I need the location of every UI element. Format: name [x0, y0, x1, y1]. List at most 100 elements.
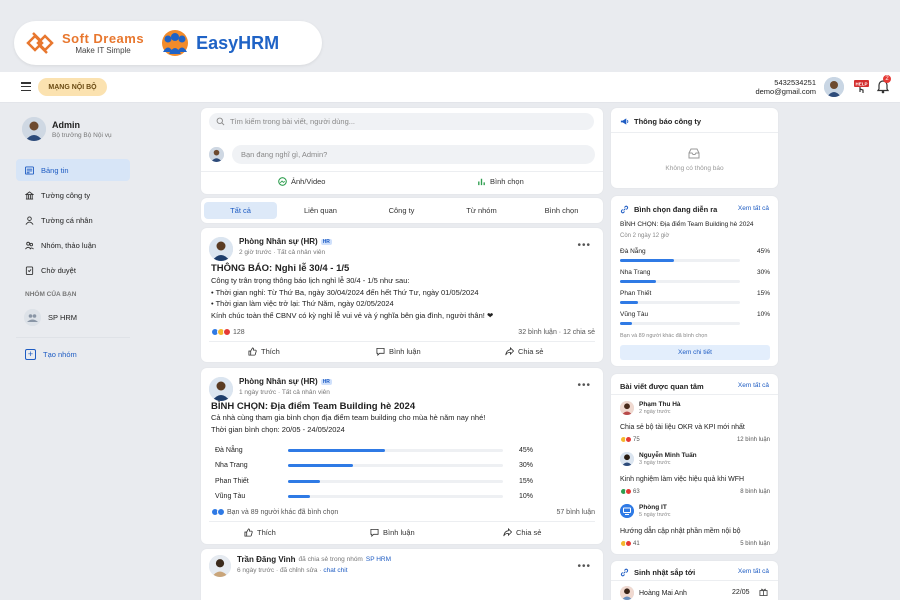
popular-post-stats: 41 5 bình luận	[620, 540, 770, 547]
popular-post-title[interactable]: Hướng dẫn cập nhật phần mềm nội bộ	[620, 528, 770, 535]
internal-network-button[interactable]: MẠNG NỘI BỘ	[38, 78, 107, 96]
reaction-count: 41	[633, 540, 640, 547]
comment-count[interactable]: 57 bình luận	[556, 509, 595, 516]
post-author[interactable]: Phòng Nhân sự (HR)	[239, 237, 318, 246]
tab-from-group[interactable]: Từ nhóm	[445, 202, 518, 219]
poll-option-percent: 30%	[518, 462, 533, 469]
poll-voters: Bạn và 89 người khác đã bình chọn	[620, 333, 708, 339]
popular-post-title[interactable]: Kinh nghiệm làm việc hiệu quả khi WFH	[620, 476, 770, 483]
panel-title: Thông báo công ty	[620, 117, 701, 126]
post-time: 1 ngày trước	[239, 389, 277, 396]
post-holiday: Phòng Nhân sự (HR) HR 2 giờ trước · Tất c…	[201, 228, 603, 362]
poll-label: Bình chọn	[490, 177, 524, 186]
user-avatar[interactable]	[824, 77, 844, 97]
user-info: 5432534251 demo@gmail.com	[755, 78, 816, 96]
sidebar-item-label: Chờ duyệt	[41, 265, 76, 275]
view-all-link[interactable]: Xem tất cả	[738, 382, 769, 389]
poll-option-label: Nha Trang	[215, 462, 248, 469]
poll-option[interactable]: Đà Nẵng 45%	[620, 248, 770, 262]
sidebar-user-role: Bộ trưởng Bộ Nội vụ	[52, 131, 112, 139]
panel-title-text: Thông báo công ty	[634, 117, 702, 126]
sidebar-item-groups[interactable]: Nhóm, thảo luận	[16, 234, 130, 256]
more-options-icon[interactable]: •••	[577, 380, 591, 391]
view-all-link[interactable]: Xem tất cả	[738, 568, 769, 575]
poll-bar-fill	[620, 259, 674, 262]
poll-option-percent: 30%	[756, 269, 770, 276]
popular-post-author[interactable]: Nguyễn Minh Tuấn 3 ngày trước	[620, 452, 697, 466]
like-button[interactable]: Thích	[248, 347, 280, 356]
menu-icon[interactable]	[21, 82, 31, 91]
poll-option-label: Vũng Tàu	[215, 493, 246, 500]
avatar[interactable]	[209, 377, 233, 401]
poll-option-percent: 15%	[518, 477, 533, 485]
poll-bar-fill	[288, 495, 310, 498]
share-button[interactable]: Chia sẻ	[503, 528, 541, 537]
birthdays-panel: Sinh nhật sắp tới Xem tất cả Hoàng Mai A…	[611, 561, 778, 600]
avatar[interactable]	[209, 555, 231, 577]
person-icon	[25, 215, 34, 225]
share-button[interactable]: Chia sẻ	[505, 347, 543, 356]
comment-count[interactable]: 32 bình luận	[518, 329, 557, 336]
comment-button[interactable]: Bình luận	[370, 528, 415, 537]
poll-question[interactable]: BÌNH CHỌN: Địa điểm Team Building hè 202…	[620, 221, 754, 228]
post-author[interactable]: Phòng Nhân sự (HR)	[239, 377, 318, 386]
like-button[interactable]: Thích	[244, 528, 276, 537]
tab-all[interactable]: Tất cả	[204, 202, 277, 219]
popular-post-title[interactable]: Chia sẻ bộ tài liệu OKR và KPI mới nhất	[620, 424, 770, 431]
view-details-button[interactable]: Xem chi tiết	[620, 345, 770, 360]
post-time: 2 giờ trước	[239, 249, 272, 256]
post-shared: Trần Đăng Vinh đã chia sẻ trong nhóm SP HR…	[201, 549, 603, 600]
create-group-button[interactable]: + Tạo nhóm	[25, 349, 77, 360]
poll-option-label: Đà Nẵng	[215, 446, 243, 454]
user-email: demo@gmail.com	[755, 87, 816, 96]
group-name: SP HRM	[48, 313, 78, 322]
sidebar-user[interactable]: Admin Bộ trưởng Bộ Nội vụ	[22, 117, 112, 141]
post-line: • Thời gian làm việc trở lại: Thứ Năm, n…	[211, 299, 394, 308]
thumbs-up-icon	[248, 347, 257, 356]
poll-option-label: Phan Thiết	[215, 477, 249, 485]
poll-button[interactable]: Bình chọn	[477, 177, 524, 186]
gift-icon[interactable]	[759, 587, 768, 596]
shared-group[interactable]: SP HRM	[366, 556, 391, 563]
more-options-icon[interactable]: •••	[577, 240, 591, 251]
sidebar-nav: Bảng tin Tường công ty Tường cá nhân Nhó…	[16, 159, 130, 284]
tab-company[interactable]: Công ty	[365, 202, 438, 219]
share-count[interactable]: 12 chia sẻ	[563, 329, 595, 336]
sidebar-group-sp-hrm[interactable]: SP HRM	[24, 309, 77, 326]
tab-polls[interactable]: Bình chọn	[525, 202, 598, 219]
avatar[interactable]	[209, 237, 233, 261]
post-line: Cả nhà cùng tham gia bình chọn địa điểm …	[211, 413, 486, 422]
help-icon[interactable]: HELP	[853, 79, 870, 94]
poll-voters[interactable]: Bạn và 89 người khác đã bình chọn	[227, 509, 338, 516]
poll-option[interactable]: Nha Trang 30%	[620, 269, 770, 283]
post-author[interactable]: Trần Đăng Vinh	[237, 555, 296, 564]
popular-post-author[interactable]: Phạm Thu Hà 2 ngày trước	[620, 401, 681, 415]
poll-option[interactable]: Vũng Tàu 10%	[215, 491, 533, 503]
sidebar-item-personal-wall[interactable]: Tường cá nhân	[16, 209, 130, 231]
more-options-icon[interactable]: •••	[577, 561, 591, 572]
reaction-count[interactable]: 128	[233, 329, 245, 336]
search-icon	[216, 117, 225, 126]
sidebar-item-company-wall[interactable]: Tường công ty	[16, 184, 130, 206]
view-all-link[interactable]: Xem tất cả	[738, 205, 769, 212]
reaction-summary: 128 32 bình luận · 12 chia sẻ	[211, 328, 595, 336]
megaphone-icon	[620, 118, 629, 125]
comment-button[interactable]: Bình luận	[376, 347, 421, 356]
poll-option[interactable]: Phan Thiết 15%	[215, 475, 533, 487]
search-input[interactable]: Tìm kiếm trong bài viết, người dùng...	[209, 113, 594, 130]
post-tag[interactable]: chat chit	[323, 567, 347, 574]
sidebar-item-pending[interactable]: Chờ duyệt	[16, 259, 130, 281]
comment-label: Bình luận	[383, 528, 415, 537]
birthday-person[interactable]: Hoàng Mai Anh	[620, 586, 687, 600]
poll-option[interactable]: Nha Trang 30%	[215, 460, 533, 472]
link-icon	[620, 205, 629, 214]
poll-option[interactable]: Phan Thiết 15%	[620, 290, 770, 304]
popular-post-author[interactable]: Phòng IT 5 ngày trước	[620, 504, 670, 518]
poll-option[interactable]: Vũng Tàu 10%	[620, 311, 770, 325]
sidebar-item-newsfeed[interactable]: Bảng tin	[16, 159, 130, 181]
composer-input[interactable]: Bạn đang nghĩ gì, Admin?	[232, 145, 595, 164]
poll-option[interactable]: Đà Nẵng 45%	[215, 444, 533, 456]
post-header: Phòng Nhân sự (HR) HR 2 giờ trước · Tất c…	[209, 237, 332, 261]
tab-related[interactable]: Liên quan	[284, 202, 357, 219]
photo-video-button[interactable]: Ảnh/Video	[278, 177, 325, 186]
